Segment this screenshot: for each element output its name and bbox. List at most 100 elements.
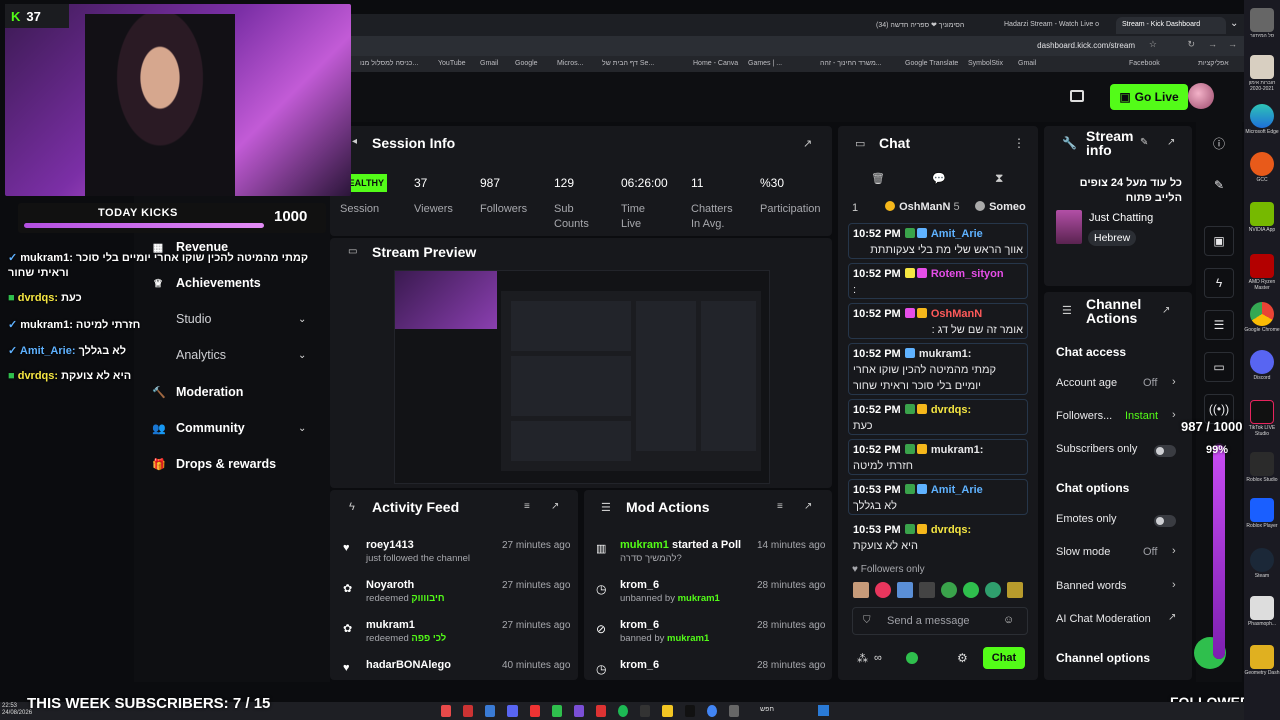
reload-icon[interactable]: ↻ — [1187, 39, 1195, 50]
app-icon[interactable] — [640, 705, 651, 717]
msg-user[interactable]: dvrdqs: — [931, 404, 971, 416]
app-icon[interactable] — [507, 705, 518, 717]
app-icon[interactable] — [551, 705, 562, 717]
chat-message[interactable]: 10:53 PM dvrdqs: היא לא צועקת — [848, 519, 1028, 555]
avatar[interactable] — [1188, 83, 1214, 109]
nav-item-analytics[interactable]: Analytics — [152, 348, 226, 362]
category-name[interactable]: Just Chatting — [1089, 212, 1153, 224]
msg-user[interactable]: OshManN — [931, 308, 982, 320]
app-icon[interactable] — [573, 705, 584, 717]
collapse-icon[interactable]: ◂ — [352, 136, 357, 147]
feed-user[interactable]: roey1413 — [366, 539, 470, 551]
back-icon[interactable]: → — [1228, 39, 1237, 49]
emote-icon[interactable] — [853, 582, 869, 598]
msg-user[interactable]: mukram1: — [919, 348, 972, 360]
chat-message[interactable]: 10:52 PM mukram1: קמתי מהמיטה להכין שוקו … — [848, 343, 1028, 395]
list-icon[interactable]: ☰ — [1204, 310, 1234, 340]
chat-message[interactable]: 10:52 PM mukram1: חזרתי למיטה — [848, 439, 1028, 475]
chrome-icon[interactable] — [1250, 302, 1274, 326]
pinned-user[interactable]: OshManN 5 — [884, 201, 960, 213]
emote-icon[interactable] — [919, 582, 935, 598]
mod-user[interactable]: krom_6 — [620, 659, 659, 671]
info-icon[interactable]: ⓘ — [1204, 128, 1234, 158]
chevron-down-icon[interactable]: ⌄ — [298, 350, 306, 361]
mod-by[interactable]: mukram1 — [678, 593, 720, 604]
external-link-icon[interactable]: ↗ — [1168, 612, 1176, 623]
bookmark[interactable]: דף הבית של Se... — [602, 60, 654, 67]
msg-user[interactable]: dvrdqs: — [931, 524, 971, 536]
emote-icon[interactable] — [1007, 582, 1023, 598]
bookmark[interactable]: Gmail — [480, 60, 498, 67]
pinned-user2[interactable]: Someo — [974, 201, 1026, 213]
app-icon[interactable] — [706, 705, 717, 717]
app-icon[interactable] — [595, 705, 607, 717]
amd-icon[interactable] — [1250, 254, 1274, 278]
taskbar-search[interactable]: חפש — [760, 706, 774, 713]
shield-icon[interactable]: ⛉ — [863, 615, 871, 626]
steam-icon[interactable] — [1250, 548, 1274, 572]
trash-icon[interactable]: 🗑 — [871, 172, 885, 185]
bookmark[interactable]: Google — [515, 60, 538, 67]
fullscreen-icon[interactable] — [1070, 90, 1084, 102]
chat-message[interactable]: 10:52 PM OshManN אומר זה שם של דג : — [848, 303, 1028, 339]
msg-user[interactable]: Amit_Arie — [931, 484, 983, 496]
roblox-studio-icon[interactable] — [1250, 452, 1274, 476]
mod-by[interactable]: mukram1 — [667, 633, 709, 644]
popout-icon[interactable]: ↗ — [803, 137, 812, 150]
feed-user[interactable]: Noyaroth — [366, 579, 445, 591]
mod-user[interactable]: mukram1 — [620, 539, 669, 551]
browser-tab[interactable]: Hadarzi Stream - Watch Live o — [998, 17, 1118, 34]
address-bar[interactable]: dashboard.kick.com/stream ☆ ↻ → → — [350, 36, 1245, 56]
tiktok-icon[interactable] — [1250, 400, 1274, 424]
slow-mode-label[interactable]: Slow mode — [1056, 546, 1110, 558]
roblox-player-icon[interactable] — [1250, 498, 1274, 522]
recycle-bin-icon[interactable] — [1250, 8, 1274, 32]
bookmark[interactable]: כניסה למסלול מנו... — [360, 60, 418, 67]
gear-icon[interactable]: ⚙ — [957, 651, 968, 665]
windows-start-icon[interactable] — [818, 705, 829, 716]
phasmophobia-icon[interactable] — [1250, 596, 1274, 620]
discord-icon[interactable] — [1250, 350, 1274, 374]
bookmark[interactable]: משרד החינוך - זהה... — [820, 60, 882, 67]
emote-icon[interactable] — [985, 582, 1001, 598]
app-icon[interactable] — [441, 705, 452, 717]
users-icon[interactable]: ⁂ — [857, 652, 868, 665]
chat-message[interactable]: 10:52 PM dvrdqs: כעת — [848, 399, 1028, 435]
chevron-right-icon[interactable]: › — [1172, 409, 1176, 421]
document-icon[interactable] — [1250, 55, 1274, 79]
subscribers-only-toggle[interactable] — [1154, 445, 1176, 457]
filter-icon[interactable]: ≡ — [777, 501, 783, 512]
msg-user[interactable]: Rotem_sityon — [931, 268, 1004, 280]
bookmark[interactable]: אפליקציות — [1198, 60, 1229, 67]
chevron-down-icon[interactable]: ⌄ — [298, 423, 306, 434]
go-live-button[interactable]: ▣ Go Live — [1110, 84, 1188, 110]
followers-only-setting[interactable]: Followers... — [1056, 410, 1112, 422]
send-chat-button[interactable]: Chat — [983, 647, 1025, 669]
star-icon[interactable]: ☆ — [1149, 39, 1157, 50]
bookmark[interactable]: Home - Canva — [693, 60, 738, 67]
banned-words-label[interactable]: Banned words — [1056, 580, 1126, 592]
app-icon[interactable] — [485, 705, 496, 717]
browser-tab[interactable]: הסימוניך ❤ ספריה חדשה (34) — [870, 17, 990, 34]
video-icon[interactable]: ▣ — [1204, 226, 1234, 256]
app-icon[interactable] — [463, 705, 474, 717]
chat-message[interactable]: 10:52 PM Amit_Arie אווך הראש שלי מת בלי צ… — [848, 223, 1028, 259]
nvidia-icon[interactable] — [1250, 202, 1274, 226]
app-icon[interactable] — [728, 705, 739, 717]
app-icon[interactable] — [529, 705, 540, 717]
chevron-right-icon[interactable]: › — [1172, 376, 1176, 388]
browser-tab-active[interactable]: Stream - Kick Dashboard — [1116, 17, 1226, 34]
feed-user[interactable]: mukram1 — [366, 619, 446, 631]
mod-user[interactable]: krom_6 — [620, 579, 720, 591]
geometry-dash-icon[interactable] — [1250, 645, 1274, 669]
bolt-icon[interactable]: ϟ — [1204, 268, 1234, 298]
emote-icon[interactable] — [963, 582, 979, 598]
popout-icon[interactable]: ↗ — [1167, 137, 1175, 148]
chat-message[interactable]: 10:52 PM Rotem_sityon: — [848, 263, 1028, 299]
chevron-right-icon[interactable]: › — [1172, 579, 1176, 591]
nav-item-studio[interactable]: Studio — [152, 312, 211, 326]
filter-icon[interactable]: ≡ — [524, 501, 530, 512]
hourglass-icon[interactable]: ⧗ — [995, 171, 1003, 186]
infinity-icon[interactable]: ∞ — [874, 652, 882, 664]
bookmark[interactable]: Gmail — [1018, 60, 1036, 67]
